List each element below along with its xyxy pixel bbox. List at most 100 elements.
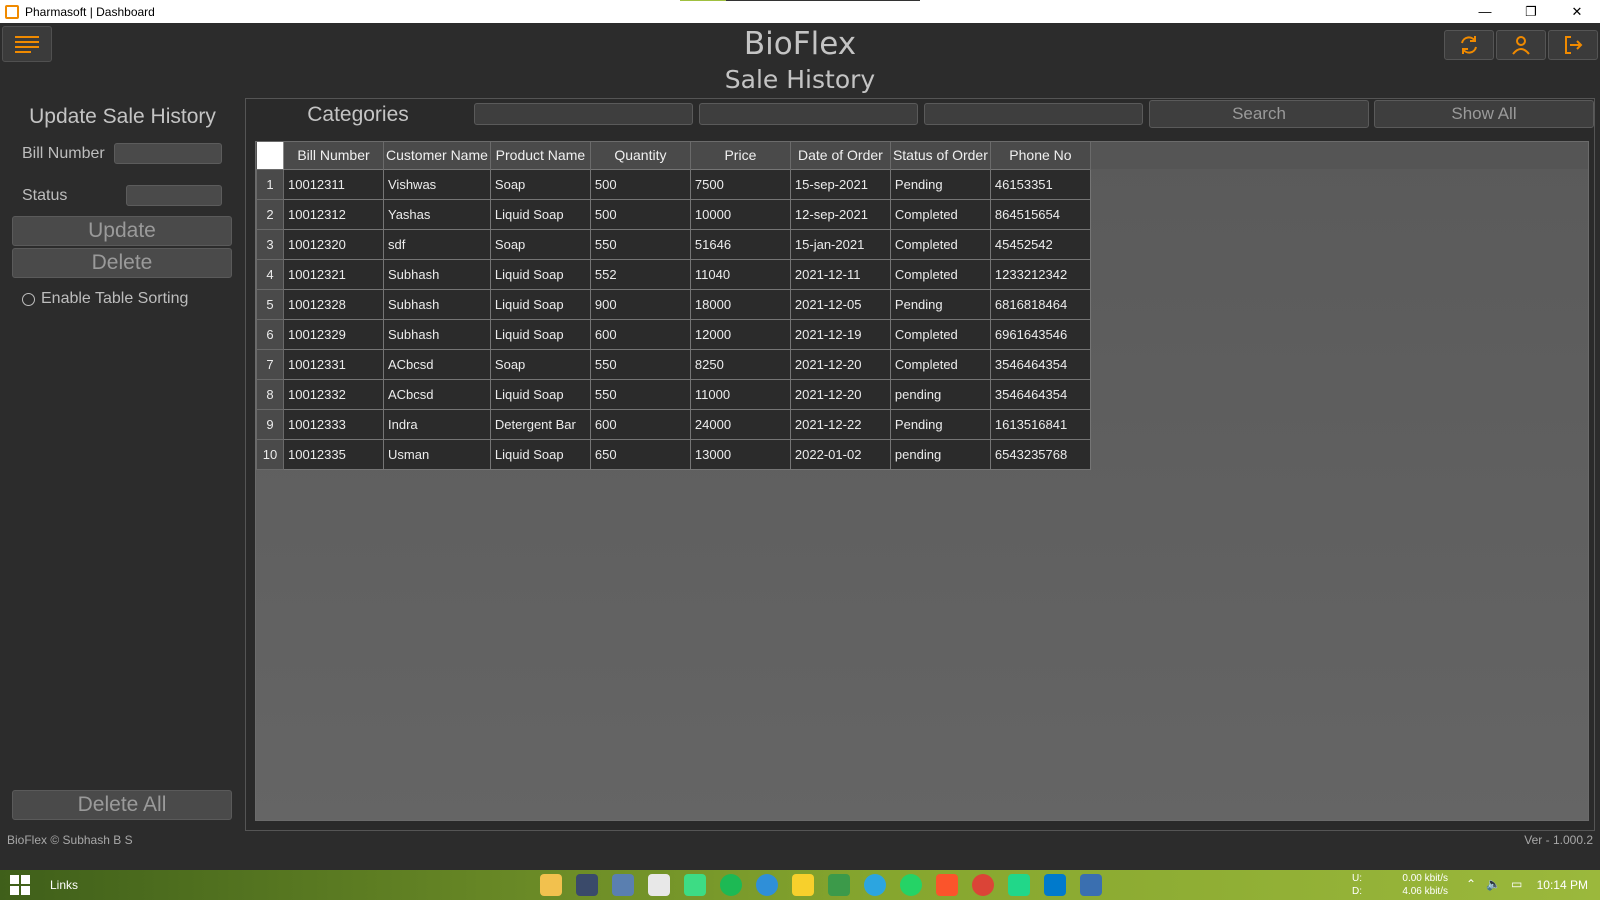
column-header[interactable]: Price (690, 142, 791, 169)
table-cell[interactable]: 24000 (689, 408, 791, 440)
delete-button[interactable]: Delete (12, 248, 232, 278)
table-cell[interactable]: Completed (889, 348, 991, 380)
row-number[interactable]: 6 (256, 318, 284, 350)
show-all-button[interactable]: Show All (1374, 100, 1594, 128)
telegram-icon[interactable] (864, 874, 886, 896)
table-cell[interactable]: 10012328 (283, 288, 384, 320)
table-cell[interactable]: 864515654 (989, 198, 1091, 230)
table-cell[interactable]: 6816818464 (989, 288, 1091, 320)
network-icon[interactable]: ▭ (1511, 877, 1522, 891)
table-cell[interactable]: 3546464354 (989, 378, 1091, 410)
table-sorting-radio[interactable] (22, 293, 35, 306)
table-cell[interactable]: 600 (589, 408, 691, 440)
table-cell[interactable]: 15-sep-2021 (789, 168, 891, 200)
store-icon[interactable] (648, 874, 670, 896)
table-cell[interactable]: 2021-12-05 (789, 288, 891, 320)
table-cell[interactable]: Soap (489, 348, 591, 380)
table-cell[interactable]: 3546464354 (989, 348, 1091, 380)
table-cell[interactable]: Liquid Soap (489, 198, 591, 230)
table-cell[interactable]: pending (889, 378, 991, 410)
column-header[interactable]: Bill Number (283, 142, 384, 169)
volume-icon[interactable]: 🔈 (1486, 877, 1501, 891)
table-cell[interactable]: Completed (889, 228, 991, 260)
row-number[interactable]: 1 (256, 168, 284, 200)
chrome-icon[interactable] (972, 874, 994, 896)
table-cell[interactable]: ACbcsd (383, 348, 491, 380)
minimize-button[interactable]: — (1462, 0, 1508, 23)
column-header[interactable]: Date of Order (790, 142, 891, 169)
close-button[interactable]: ✕ (1554, 0, 1600, 23)
table-row[interactable]: 10 10012335 Usman Liquid Soap 650 13000 2022-0… (256, 438, 1091, 470)
table-cell[interactable]: 6543235768 (989, 438, 1091, 470)
table-cell[interactable]: 11040 (689, 258, 791, 290)
table-cell[interactable]: 2021-12-19 (789, 318, 891, 350)
select-all-corner[interactable] (256, 142, 284, 169)
table-cell[interactable]: 8250 (689, 348, 791, 380)
edge-icon[interactable] (756, 874, 778, 896)
table-row[interactable]: 6 10012329 Subhash Liquid Soap 600 12000 2021-… (256, 318, 1091, 350)
python-app-icon[interactable] (1080, 874, 1102, 896)
database-icon[interactable] (612, 874, 634, 896)
table-cell[interactable]: Indra (383, 408, 491, 440)
table-cell[interactable]: 552 (589, 258, 691, 290)
table-cell[interactable]: 11000 (689, 378, 791, 410)
table-cell[interactable]: Soap (489, 168, 591, 200)
table-cell[interactable]: Completed (889, 258, 991, 290)
bill-number-input[interactable] (114, 143, 222, 164)
table-cell[interactable]: 10012320 (283, 228, 384, 260)
whatsapp-icon[interactable] (900, 874, 922, 896)
table-cell[interactable]: 2021-12-11 (789, 258, 891, 290)
table-cell[interactable]: 1613516841 (989, 408, 1091, 440)
status-input[interactable] (126, 185, 222, 206)
table-cell[interactable]: 10012311 (283, 168, 384, 200)
table-cell[interactable]: 51646 (689, 228, 791, 260)
category-filter-3[interactable] (924, 103, 1143, 125)
table-cell[interactable]: Detergent Bar (489, 408, 591, 440)
sticky-notes-icon[interactable] (792, 874, 814, 896)
delete-all-button[interactable]: Delete All (12, 790, 232, 820)
column-header[interactable]: Product Name (490, 142, 591, 169)
table-cell[interactable]: 10000 (689, 198, 791, 230)
table-cell[interactable]: Pending (889, 408, 991, 440)
update-button[interactable]: Update (12, 216, 232, 246)
links-toolbar[interactable]: Links (50, 878, 78, 892)
table-cell[interactable]: 550 (589, 228, 691, 260)
table-cell[interactable]: 15-jan-2021 (789, 228, 891, 260)
category-filter-2[interactable] (699, 103, 918, 125)
table-cell[interactable]: 500 (589, 168, 691, 200)
table-cell[interactable]: Subhash (383, 318, 491, 350)
table-cell[interactable]: 46153351 (989, 168, 1091, 200)
table-cell[interactable]: ACbcsd (383, 378, 491, 410)
table-row[interactable]: 8 10012332 ACbcsd Liquid Soap 550 11000 2021-1… (256, 378, 1091, 410)
spotify-icon[interactable] (720, 874, 742, 896)
column-header[interactable]: Status of Order (890, 142, 991, 169)
table-cell[interactable]: Liquid Soap (489, 258, 591, 290)
table-cell[interactable]: Yashas (383, 198, 491, 230)
table-cell[interactable]: Pending (889, 168, 991, 200)
search-button[interactable]: Search (1149, 100, 1369, 128)
table-cell[interactable]: 10012321 (283, 258, 384, 290)
table-row[interactable]: 4 10012321 Subhash Liquid Soap 552 11040 2021-… (256, 258, 1091, 290)
table-cell[interactable]: 650 (589, 438, 691, 470)
refresh-button[interactable] (1444, 30, 1494, 60)
table-cell[interactable]: Completed (889, 198, 991, 230)
table-row[interactable]: 9 10012333 Indra Detergent Bar 600 24000 2021-… (256, 408, 1091, 440)
table-cell[interactable]: 10012333 (283, 408, 384, 440)
android-icon[interactable] (828, 874, 850, 896)
table-cell[interactable]: sdf (383, 228, 491, 260)
table-cell[interactable]: Pending (889, 288, 991, 320)
android-studio-icon[interactable] (684, 874, 706, 896)
table-row[interactable]: 7 10012331 ACbcsd Soap 550 8250 2021-12-20 Comp… (256, 348, 1091, 380)
table-cell[interactable]: 2021-12-20 (789, 348, 891, 380)
row-number[interactable]: 4 (256, 258, 284, 290)
table-row[interactable]: 5 10012328 Subhash Liquid Soap 900 18000 2021-… (256, 288, 1091, 320)
start-button[interactable] (10, 875, 30, 895)
table-cell[interactable]: 550 (589, 378, 691, 410)
table-cell[interactable]: 12-sep-2021 (789, 198, 891, 230)
table-cell[interactable]: 900 (589, 288, 691, 320)
column-header[interactable]: Quantity (590, 142, 691, 169)
table-cell[interactable]: Subhash (383, 288, 491, 320)
table-cell[interactable]: Liquid Soap (489, 438, 591, 470)
chevron-up-icon[interactable]: ⌃ (1466, 877, 1476, 891)
table-row[interactable]: 3 10012320 sdf Soap 550 51646 15-jan-2021 Compl… (256, 228, 1091, 260)
